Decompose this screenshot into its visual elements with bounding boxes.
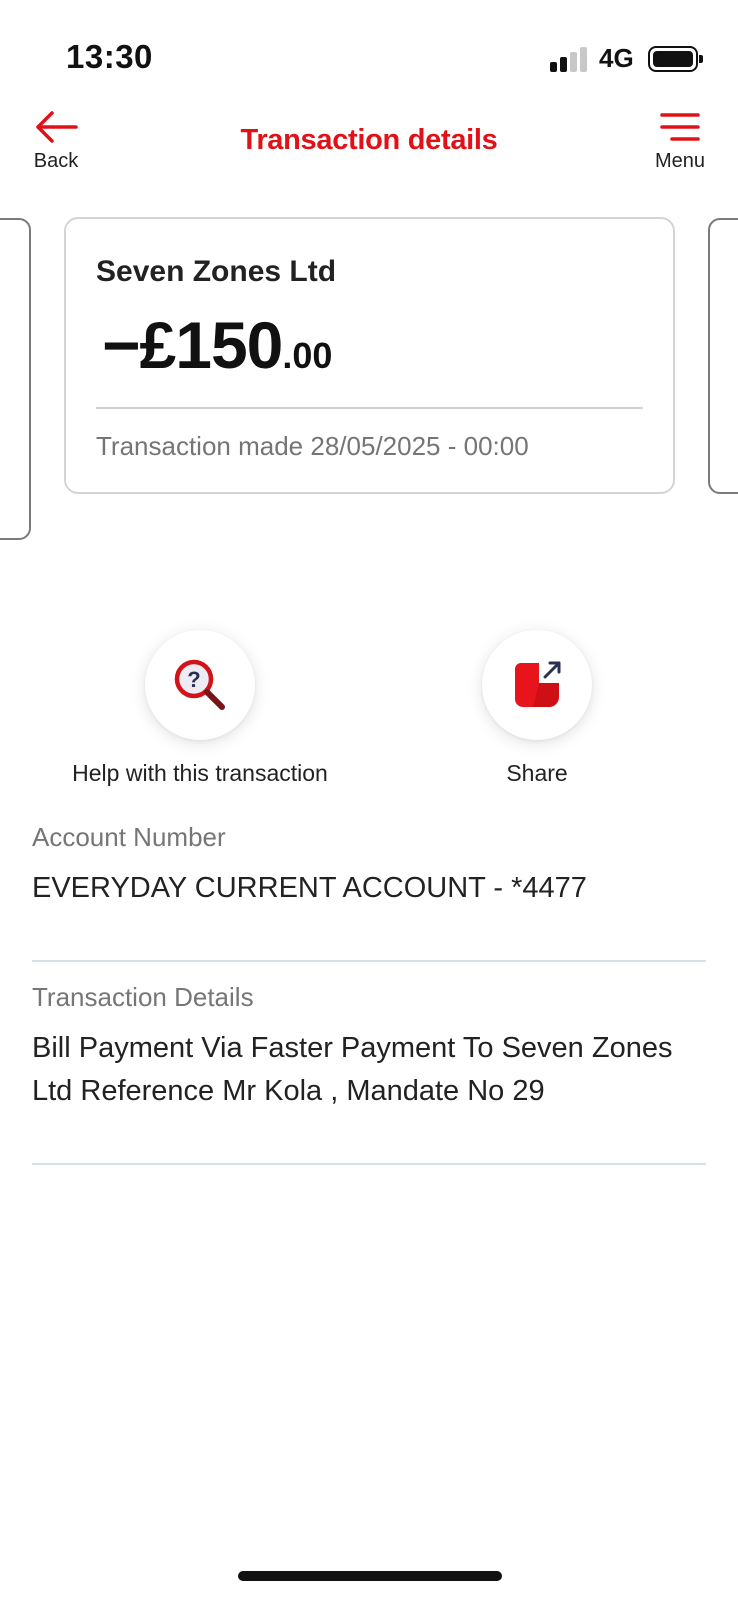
transaction-amount: −£150.00	[102, 307, 332, 383]
hamburger-menu-icon	[660, 113, 700, 141]
page-title: Transaction details	[240, 124, 498, 156]
merchant-name: Seven Zones Ltd	[96, 255, 337, 288]
magnifier-question-icon: ?	[174, 659, 225, 710]
date-label: Transaction made	[96, 431, 304, 461]
transaction-details-screen: 13:30 4G Back Transaction details Menu S…	[0, 0, 738, 1600]
help-label: Help with this transaction	[72, 760, 328, 786]
transaction-details-value: Bill Payment Via Faster Payment To Seven…	[32, 1032, 673, 1107]
help-button-circle: ?	[145, 630, 255, 740]
previous-transaction-card[interactable]	[0, 218, 31, 540]
network-type: 4G	[599, 43, 634, 73]
battery-icon	[648, 46, 703, 72]
section-divider	[32, 960, 706, 962]
share-button-circle	[482, 630, 592, 740]
amount-pence: .00	[282, 335, 333, 376]
signal-strength-icon	[550, 46, 590, 72]
account-number-value: EVERYDAY CURRENT ACCOUNT - *4477	[32, 872, 587, 904]
menu-label: Menu	[654, 150, 706, 172]
next-transaction-card[interactable]	[708, 218, 738, 494]
transaction-details-label: Transaction Details	[32, 982, 254, 1012]
share-external-icon	[515, 661, 561, 707]
section-divider	[32, 1163, 706, 1165]
svg-text:?: ?	[187, 667, 200, 692]
transaction-details-section: Transaction Details Bill Payment Via Fas…	[32, 982, 706, 1113]
menu-button[interactable]: Menu	[648, 110, 712, 190]
home-indicator[interactable]	[238, 1571, 502, 1581]
share-button[interactable]: Share	[387, 630, 687, 787]
date-value: 28/05/2025 - 00:00	[310, 431, 529, 461]
account-number-label: Account Number	[32, 822, 226, 852]
account-number-section: Account Number EVERYDAY CURRENT ACCOUNT …	[32, 822, 706, 910]
share-label: Share	[506, 760, 568, 786]
transaction-summary-card: Seven Zones Ltd −£150.00 Transaction mad…	[64, 217, 675, 494]
app-header: Back Transaction details Menu	[0, 100, 738, 190]
help-with-transaction-button[interactable]: ? Help with this transaction	[50, 630, 350, 787]
status-time: 13:30	[66, 38, 153, 75]
transaction-date: Transaction made 28/05/2025 - 00:00	[96, 431, 529, 462]
amount-main: −£150	[102, 308, 283, 382]
status-bar: 13:30 4G	[0, 0, 738, 110]
card-divider	[96, 407, 643, 409]
